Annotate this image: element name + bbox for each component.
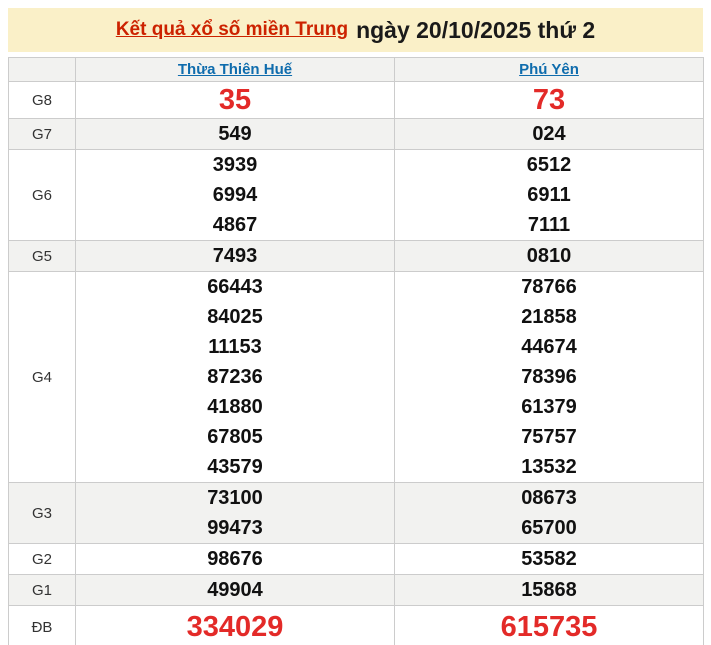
table-header-row: Thừa Thiên Huế Phú Yên: [9, 58, 704, 82]
result-number: 61379: [395, 392, 703, 422]
prize-column-header: [9, 58, 76, 82]
result-number: 44674: [395, 332, 703, 362]
result-number: 67805: [76, 422, 394, 452]
draw-date-title: ngày 20/10/2025 thứ 2: [356, 17, 595, 44]
result-number: 13532: [395, 452, 703, 482]
result-number: 4867: [76, 210, 394, 240]
result-number: 7493: [76, 241, 394, 271]
result-number: 024: [395, 119, 703, 149]
province-link-phu-yen[interactable]: Phú Yên: [519, 61, 579, 78]
prize-label-G4: G4: [9, 272, 76, 483]
prize-row-G6: G6393969944867651269117111: [9, 150, 704, 241]
prize-row-G1: G14990415868: [9, 575, 704, 606]
numbers-cell-DB-phu-yen: 615735: [395, 606, 704, 645]
result-number: 7111: [395, 210, 703, 240]
numbers-cell-G4-phu-yen: 78766218584467478396613797575713532: [395, 272, 704, 483]
prize-row-G3: G373100994730867365700: [9, 483, 704, 544]
numbers-cell-G6-phu-yen: 651269117111: [395, 150, 704, 241]
title-banner: Kết quả xổ số miền Trung ngày 20/10/2025…: [8, 8, 703, 52]
prize-label-G1: G1: [9, 575, 76, 606]
numbers-cell-G6-thua-thien-hue: 393969944867: [76, 150, 395, 241]
result-number: 75757: [395, 422, 703, 452]
result-number: 99473: [76, 513, 394, 543]
region-title-link[interactable]: Kết quả xổ số miền Trung: [116, 19, 348, 41]
column-header-phu-yen: Phú Yên: [395, 58, 704, 82]
result-number: 21858: [395, 302, 703, 332]
numbers-cell-G7-thua-thien-hue: 549: [76, 119, 395, 150]
prize-label-G5: G5: [9, 241, 76, 272]
numbers-cell-G1-phu-yen: 15868: [395, 575, 704, 606]
result-number: 08673: [395, 483, 703, 513]
result-number: 615735: [395, 606, 703, 645]
column-header-thua-thien-hue: Thừa Thiên Huế: [76, 58, 395, 82]
result-number: 78396: [395, 362, 703, 392]
result-number: 87236: [76, 362, 394, 392]
prize-label-G7: G7: [9, 119, 76, 150]
numbers-cell-G8-thua-thien-hue: 35: [76, 82, 395, 119]
numbers-cell-G4-thua-thien-hue: 66443840251115387236418806780543579: [76, 272, 395, 483]
result-number: 73: [395, 82, 703, 118]
result-number: 66443: [76, 272, 394, 302]
prize-row-G4: G466443840251115387236418806780543579787…: [9, 272, 704, 483]
numbers-cell-DB-thua-thien-hue: 334029: [76, 606, 395, 645]
numbers-cell-G5-phu-yen: 0810: [395, 241, 704, 272]
results-table: Thừa Thiên Huế Phú Yên G83573G7549024G63…: [8, 57, 704, 645]
result-number: 35: [76, 82, 394, 118]
prize-row-G5: G574930810: [9, 241, 704, 272]
result-number: 65700: [395, 513, 703, 543]
result-number: 334029: [76, 606, 394, 645]
prize-label-DB: ĐB: [9, 606, 76, 645]
result-number: 549: [76, 119, 394, 149]
numbers-cell-G3-phu-yen: 0867365700: [395, 483, 704, 544]
prize-label-G3: G3: [9, 483, 76, 544]
prize-row-G2: G29867653582: [9, 544, 704, 575]
result-number: 53582: [395, 544, 703, 574]
result-number: 78766: [395, 272, 703, 302]
numbers-cell-G2-phu-yen: 53582: [395, 544, 704, 575]
result-number: 11153: [76, 332, 394, 362]
result-number: 41880: [76, 392, 394, 422]
prize-label-G2: G2: [9, 544, 76, 575]
prize-label-G8: G8: [9, 82, 76, 119]
result-number: 6994: [76, 180, 394, 210]
result-number: 73100: [76, 483, 394, 513]
lottery-results-page: Kết quả xổ số miền Trung ngày 20/10/2025…: [0, 0, 711, 645]
result-number: 98676: [76, 544, 394, 574]
result-number: 15868: [395, 575, 703, 605]
result-number: 6512: [395, 150, 703, 180]
numbers-cell-G5-thua-thien-hue: 7493: [76, 241, 395, 272]
prize-row-G8: G83573: [9, 82, 704, 119]
result-number: 49904: [76, 575, 394, 605]
province-link-thua-thien-hue[interactable]: Thừa Thiên Huế: [178, 61, 292, 78]
prize-label-G6: G6: [9, 150, 76, 241]
result-number: 3939: [76, 150, 394, 180]
prize-row-G7: G7549024: [9, 119, 704, 150]
result-number: 43579: [76, 452, 394, 482]
prize-row-DB: ĐB334029615735: [9, 606, 704, 645]
result-number: 84025: [76, 302, 394, 332]
numbers-cell-G2-thua-thien-hue: 98676: [76, 544, 395, 575]
numbers-cell-G3-thua-thien-hue: 7310099473: [76, 483, 395, 544]
results-table-body: G83573G7549024G6393969944867651269117111…: [9, 82, 704, 645]
numbers-cell-G7-phu-yen: 024: [395, 119, 704, 150]
result-number: 6911: [395, 180, 703, 210]
numbers-cell-G8-phu-yen: 73: [395, 82, 704, 119]
numbers-cell-G1-thua-thien-hue: 49904: [76, 575, 395, 606]
result-number: 0810: [395, 241, 703, 271]
